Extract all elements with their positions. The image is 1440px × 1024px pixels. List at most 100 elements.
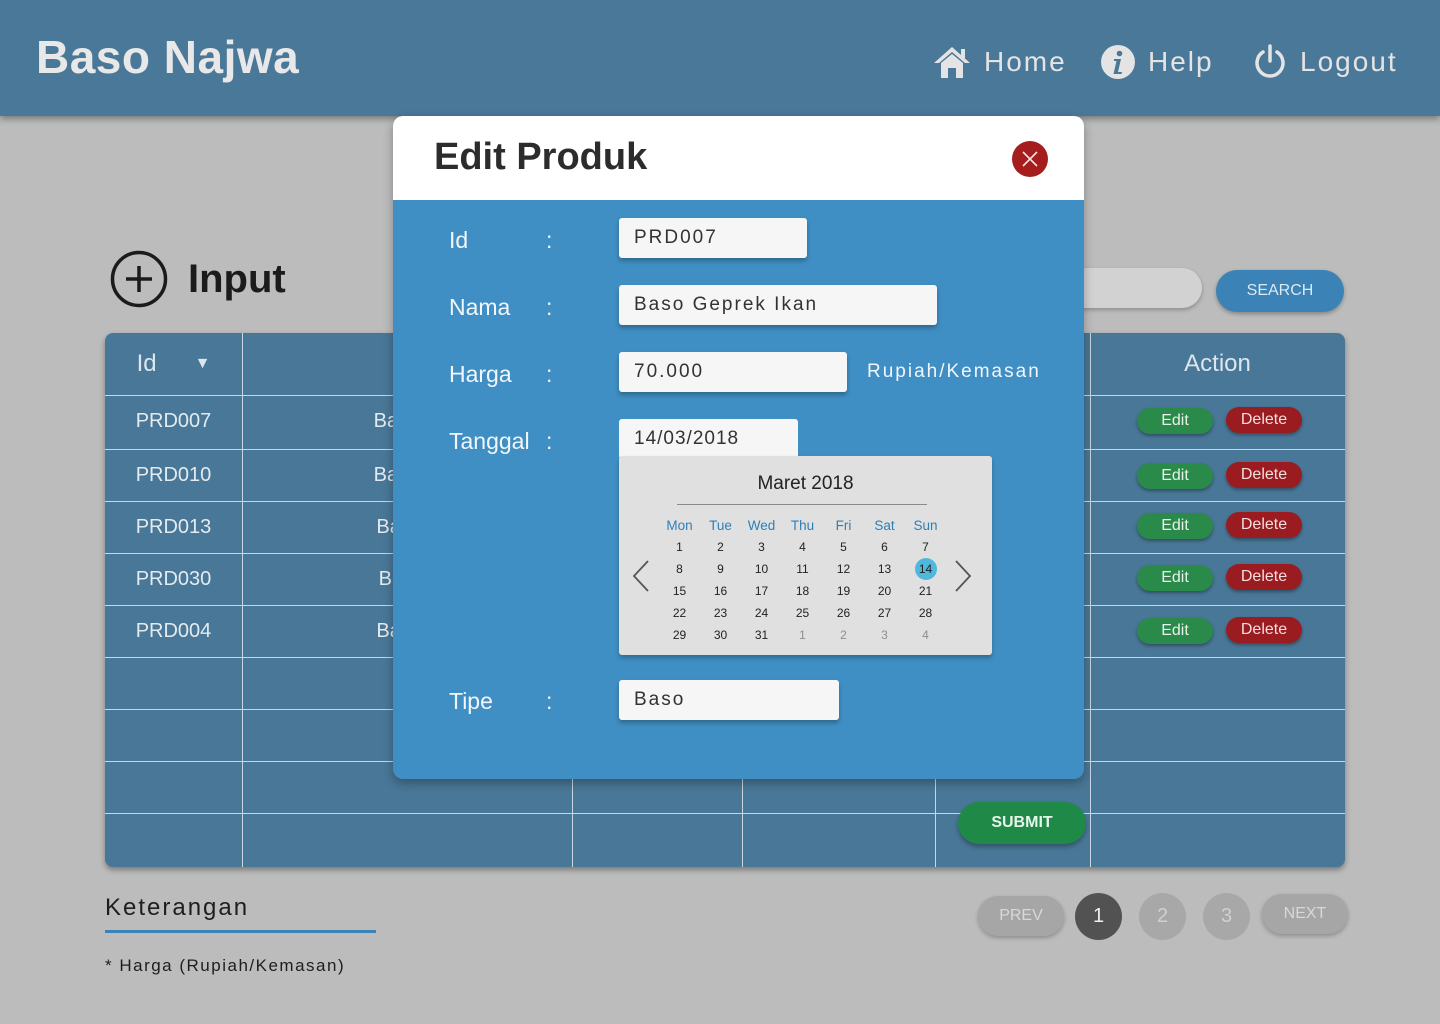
calendar-month-title: Maret 2018 — [757, 473, 854, 494]
calendar-day[interactable]: 16 — [700, 580, 741, 602]
nav-logout[interactable]: Logout — [1252, 40, 1398, 84]
nama-field[interactable] — [619, 285, 937, 325]
tipe-colon: : — [546, 688, 553, 714]
edit-button[interactable]: Edit — [1137, 618, 1213, 644]
tanggal-field[interactable] — [619, 419, 798, 459]
cell-id: PRD030 — [135, 567, 212, 590]
id-field[interactable] — [619, 218, 807, 258]
nav-home[interactable]: Home — [932, 40, 1067, 84]
calendar-day[interactable]: 3 — [741, 536, 782, 558]
calendar-day[interactable]: 6 — [864, 536, 905, 558]
weekday-label: Sat — [874, 517, 895, 533]
calendar-day[interactable]: 2 — [700, 536, 741, 558]
calendar-day[interactable]: 30 — [700, 624, 741, 646]
input-button[interactable]: Input — [110, 250, 286, 308]
row-divider — [105, 813, 1345, 814]
calendar-day[interactable]: 29 — [659, 624, 700, 646]
calendar-week: 22 23 24 25 26 27 28 — [659, 602, 947, 624]
keterangan-underline — [105, 930, 376, 933]
weekday-label: Tue — [709, 517, 732, 533]
keterangan-title: Keterangan — [105, 894, 250, 921]
page-button-3[interactable]: 3 — [1203, 893, 1250, 940]
nav-help[interactable]: Help — [1100, 40, 1214, 84]
calendar-day[interactable]: 23 — [700, 602, 741, 624]
calendar-divider — [677, 504, 927, 505]
cell-id: PRD010 — [135, 463, 212, 486]
nav-logout-label: Logout — [1300, 46, 1398, 77]
calendar-day[interactable]: 27 — [864, 602, 905, 624]
calendar-day[interactable]: 8 — [659, 558, 700, 580]
harga-field[interactable] — [619, 352, 847, 392]
tipe-field[interactable] — [619, 680, 839, 720]
close-icon — [1022, 151, 1038, 167]
calendar-day[interactable]: 19 — [823, 580, 864, 602]
close-button[interactable] — [1012, 141, 1048, 177]
submit-button[interactable]: SUBMIT — [958, 802, 1086, 844]
edit-button[interactable]: Edit — [1137, 513, 1213, 539]
calendar-day[interactable]: 5 — [823, 536, 864, 558]
chevron-right-icon[interactable] — [953, 558, 973, 594]
calendar-day[interactable]: 4 — [782, 536, 823, 558]
nama-label: Nama — [449, 294, 511, 320]
calendar-day[interactable]: 17 — [741, 580, 782, 602]
tanggal-colon: : — [546, 428, 553, 454]
calendar-day-selected[interactable]: 14 — [905, 558, 946, 580]
calendar-day[interactable]: 18 — [782, 580, 823, 602]
calendar-day[interactable]: 31 — [741, 624, 782, 646]
cell-id: PRD007 — [135, 409, 212, 432]
calendar-day[interactable]: 22 — [659, 602, 700, 624]
weekday-label: Thu — [790, 517, 815, 533]
selected-day-marker: 14 — [914, 558, 937, 580]
weekday-row: Mon Tue Wed Thu Fri Sat Sun — [659, 514, 947, 536]
calendar-day-next-month[interactable]: 4 — [905, 624, 946, 646]
calendar-week: 29 30 31 1 2 3 4 — [659, 624, 947, 646]
calendar-day-next-month[interactable]: 3 — [864, 624, 905, 646]
search-button[interactable]: SEARCH — [1216, 270, 1344, 312]
calendar-day[interactable]: 25 — [782, 602, 823, 624]
delete-button[interactable]: Delete — [1226, 407, 1302, 433]
calendar-day[interactable]: 11 — [782, 558, 823, 580]
weekday-label: Fri — [835, 517, 852, 533]
tanggal-label: Tanggal — [449, 428, 530, 454]
modal-header: Edit Produk — [393, 116, 1084, 200]
edit-button[interactable]: Edit — [1137, 565, 1213, 591]
weekday-label: Sun — [913, 517, 938, 533]
column-header-id[interactable]: Id ▼ — [105, 333, 242, 395]
next-page-button[interactable]: NEXT — [1262, 894, 1348, 934]
page-button-1[interactable]: 1 — [1075, 893, 1122, 940]
calendar-day[interactable]: 10 — [741, 558, 782, 580]
calendar-day[interactable]: 12 — [823, 558, 864, 580]
delete-button[interactable]: Delete — [1226, 617, 1302, 643]
prev-page-button[interactable]: PREV — [978, 896, 1064, 936]
edit-button[interactable]: Edit — [1137, 463, 1213, 489]
calendar-week: 8 9 10 11 12 13 14 — [659, 558, 947, 580]
column-divider — [1090, 333, 1091, 867]
delete-button[interactable]: Delete — [1226, 512, 1302, 538]
calendar-week: 15 16 17 18 19 20 21 — [659, 580, 947, 602]
calendar-day[interactable]: 21 — [905, 580, 946, 602]
edit-button[interactable]: Edit — [1137, 408, 1213, 434]
calendar-day[interactable]: 24 — [741, 602, 782, 624]
calendar-day[interactable]: 7 — [905, 536, 946, 558]
calendar-day-next-month[interactable]: 2 — [823, 624, 864, 646]
date-picker: Maret 2018 Mon Tue Wed Thu Fri Sat Sun 1… — [619, 456, 992, 655]
nav-home-label: Home — [984, 46, 1067, 77]
calendar-day[interactable]: 1 — [659, 536, 700, 558]
tipe-label: Tipe — [449, 688, 493, 714]
calendar-day[interactable]: 13 — [864, 558, 905, 580]
chevron-left-icon[interactable] — [631, 558, 651, 594]
calendar-day[interactable]: 15 — [659, 580, 700, 602]
calendar-day[interactable]: 26 — [823, 602, 864, 624]
delete-button[interactable]: Delete — [1226, 462, 1302, 488]
calendar-day-next-month[interactable]: 1 — [782, 624, 823, 646]
harga-unit: Rupiah/Kemasan — [867, 361, 1041, 382]
harga-colon: : — [546, 361, 553, 387]
calendar-day[interactable]: 28 — [905, 602, 946, 624]
delete-button[interactable]: Delete — [1226, 564, 1302, 590]
id-label: Id — [449, 227, 469, 253]
calendar-day[interactable]: 9 — [700, 558, 741, 580]
info-icon — [1101, 45, 1135, 79]
calendar-day[interactable]: 20 — [864, 580, 905, 602]
sort-down-icon[interactable]: ▼ — [195, 355, 211, 373]
page-button-2[interactable]: 2 — [1139, 893, 1186, 940]
